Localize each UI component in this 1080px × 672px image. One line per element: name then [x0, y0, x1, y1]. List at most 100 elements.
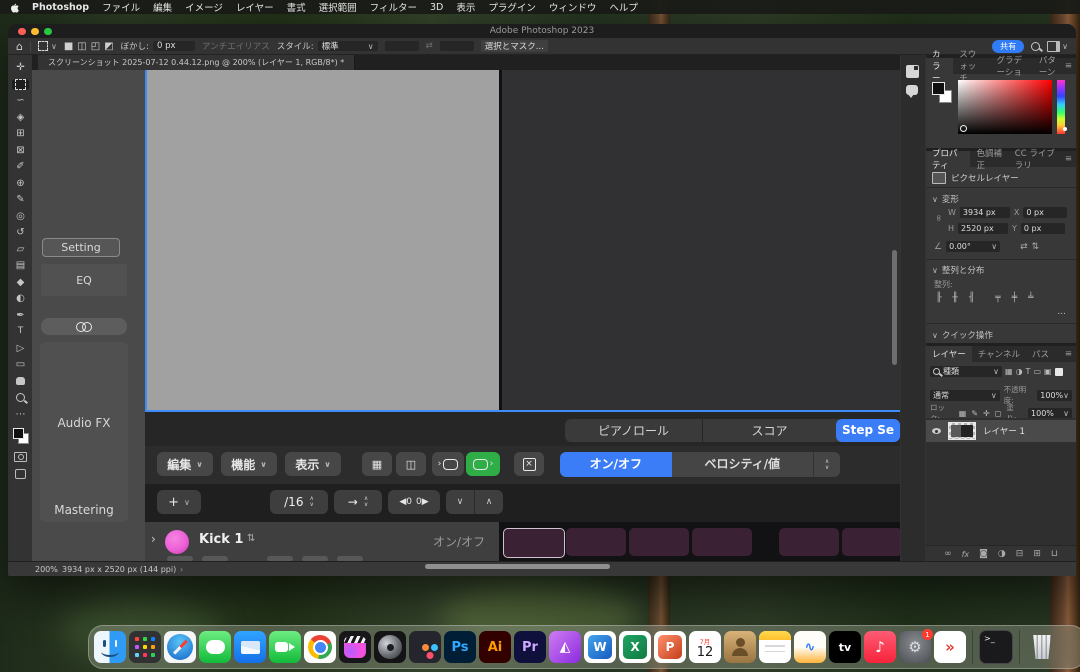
step-rate-stepper[interactable]: /16 ∧∨: [270, 490, 328, 514]
marquee-tool-preset[interactable]: ∨: [38, 41, 57, 51]
layer-filter-select[interactable]: 種類∨: [930, 366, 1002, 377]
flip-vertical-icon[interactable]: ⇅: [1032, 242, 1040, 252]
step-cell-selected[interactable]: [503, 528, 565, 558]
zoom-tool[interactable]: [12, 392, 29, 403]
learn-panel-icon[interactable]: [906, 65, 919, 78]
gradient-tool[interactable]: ▤: [12, 260, 29, 271]
rotate-left-icon[interactable]: ◀0: [399, 497, 412, 507]
panel-menu-icon[interactable]: ≡: [1065, 58, 1076, 74]
tab-adjustments[interactable]: 色調補正: [970, 151, 1008, 167]
window-titlebar[interactable]: Adobe Photoshop 2023: [8, 24, 1076, 38]
align-more-button[interactable]: ...: [1057, 307, 1066, 317]
add-row-button[interactable]: +∨: [157, 490, 201, 514]
crop-tool[interactable]: ⊞: [12, 128, 29, 139]
tab-color[interactable]: カラー: [926, 58, 953, 74]
frame-tool[interactable]: ⊠: [12, 145, 29, 156]
playback-direction-stepper[interactable]: → ∧∨: [334, 490, 382, 514]
dock-settings[interactable]: ⚙ 1: [899, 631, 931, 663]
height-input[interactable]: [440, 41, 474, 51]
dock-red-chevrons-app[interactable]: »: [934, 631, 966, 663]
quick-actions-header[interactable]: クイック操作: [942, 329, 993, 341]
lock-pixels-icon[interactable]: ✎: [971, 409, 978, 418]
dock-terminal[interactable]: >_: [979, 630, 1013, 664]
blend-mode-select[interactable]: 通常∨: [930, 390, 1000, 401]
eraser-tool[interactable]: ▱: [12, 244, 29, 255]
dock-davinci-resolve[interactable]: [409, 631, 441, 663]
section-chevron-icon[interactable]: ∨: [932, 266, 938, 275]
layer-effects-icon[interactable]: fx: [962, 550, 970, 559]
align-center-v-icon[interactable]: ╪: [1012, 293, 1017, 303]
pattern-loop-button[interactable]: ◫: [396, 452, 426, 476]
dock-final-cut-pro[interactable]: [339, 631, 371, 663]
delete-layer-icon[interactable]: ⊔: [1051, 549, 1058, 559]
type-tool[interactable]: T: [12, 326, 29, 337]
filter-shape-icon[interactable]: ▭: [1033, 367, 1041, 376]
path-selection-tool[interactable]: ▷: [12, 343, 29, 354]
selection-subtract-icon[interactable]: ◰: [91, 41, 100, 52]
menu-photoshop[interactable]: Photoshop: [32, 2, 89, 13]
eyedropper-tool[interactable]: ✐: [12, 161, 29, 172]
layer-name[interactable]: レイヤー 1: [983, 425, 1025, 437]
filter-type-icon[interactable]: T: [1026, 367, 1031, 376]
edit-menu-button[interactable]: 編集∨: [157, 452, 213, 476]
mode-velocity-button[interactable]: ベロシティ/値: [672, 452, 814, 477]
style-select[interactable]: 標準∨: [318, 41, 378, 51]
step-input-off-button[interactable]: ›: [432, 452, 464, 476]
octave-down-button[interactable]: ∨: [446, 497, 474, 507]
align-bottom-icon[interactable]: ╧: [1028, 293, 1033, 303]
filter-toggle[interactable]: [1055, 368, 1063, 376]
x-value-field[interactable]: 0 px: [1023, 207, 1067, 218]
y-value-field[interactable]: 0 px: [1021, 223, 1065, 234]
lock-all-icon[interactable]: ◻: [995, 409, 1002, 418]
menu-edit[interactable]: 編集: [153, 0, 172, 14]
apple-menu-icon[interactable]: [10, 2, 19, 13]
dock-contacts[interactable]: [724, 631, 756, 663]
tab-channels[interactable]: チャンネル: [972, 346, 1026, 362]
rotate-right-icon[interactable]: 0▶: [416, 497, 429, 507]
dock-music[interactable]: ♪: [864, 631, 896, 663]
color-swatches[interactable]: [13, 428, 28, 443]
align-right-icon[interactable]: ╢: [969, 293, 974, 303]
step-cell[interactable]: [566, 528, 626, 556]
align-section-header[interactable]: 整列と分布: [942, 264, 985, 276]
step-record-button[interactable]: ›: [466, 452, 500, 476]
align-center-h-icon[interactable]: ╫: [952, 293, 957, 303]
menu-layer[interactable]: レイヤー: [236, 0, 274, 14]
color-gradient-box[interactable]: [958, 80, 1052, 134]
menu-3d[interactable]: 3D: [430, 2, 443, 13]
edit-toolbar-button[interactable]: ⋯: [12, 409, 29, 420]
lock-position-icon[interactable]: ✛: [983, 409, 990, 418]
menu-view[interactable]: 表示: [456, 0, 475, 14]
tab-gradients[interactable]: グラデーショ: [991, 58, 1033, 74]
mode-on-off-button[interactable]: オン/オフ: [560, 452, 672, 477]
layer-mask-icon[interactable]: ◙: [979, 549, 988, 559]
step-cell[interactable]: [842, 528, 900, 556]
view-menu-button[interactable]: 表示∨: [285, 452, 341, 476]
dock-photoshop[interactable]: Ps: [444, 631, 476, 663]
blur-tool[interactable]: ◆: [12, 277, 29, 288]
panel-menu-icon[interactable]: ≡: [1065, 151, 1076, 167]
workspace-switcher[interactable]: ∨: [1047, 41, 1068, 52]
menu-select[interactable]: 選択範囲: [319, 0, 357, 14]
stereo-output-button[interactable]: [41, 318, 127, 335]
menu-image[interactable]: イメージ: [185, 0, 223, 14]
foreground-color[interactable]: [13, 428, 24, 439]
disclosure-chevron-icon[interactable]: ›: [151, 532, 156, 546]
dock-apple-tv[interactable]: tv: [829, 631, 861, 663]
section-chevron-icon[interactable]: ∨: [932, 195, 938, 204]
dock-notes[interactable]: [759, 631, 791, 663]
filter-adjustment-icon[interactable]: ◑: [1016, 367, 1023, 376]
logic-vertical-scrollbar[interactable]: [892, 250, 897, 365]
audio-fx-slot[interactable]: [40, 342, 128, 522]
tab-piano-roll[interactable]: ピアノロール: [565, 422, 702, 439]
menu-help[interactable]: ヘルプ: [609, 0, 638, 14]
select-and-mask-button[interactable]: 選択とマスク...: [481, 40, 548, 52]
hand-tool[interactable]: [12, 376, 29, 387]
track-name[interactable]: Kick 1: [199, 532, 243, 547]
tab-cc-libraries[interactable]: CC ライブラリ: [1009, 151, 1065, 167]
fg-color-swatch[interactable]: [932, 82, 945, 95]
layer-row-selected[interactable]: レイヤー 1: [926, 420, 1076, 442]
dock-chrome[interactable]: [304, 631, 336, 663]
hue-strip[interactable]: [1057, 80, 1065, 134]
dock-excel[interactable]: X: [619, 631, 651, 663]
